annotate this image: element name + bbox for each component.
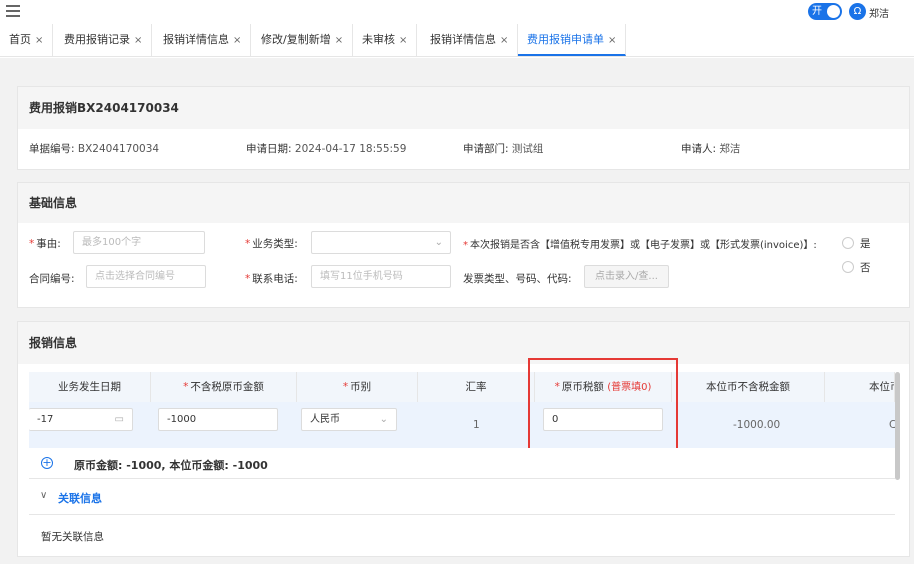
no-related-text: 暂无关联信息 bbox=[41, 531, 104, 543]
doc-no: 单据编号: BX2404170034 bbox=[29, 143, 160, 155]
tab-expense-records[interactable]: 费用报销记录 × bbox=[55, 24, 153, 56]
applicant: 申请人: 郑洁 bbox=[681, 143, 741, 155]
reason-label: * 事由: bbox=[29, 238, 61, 250]
tab-reimburse-detail-2[interactable]: 报销详情信息 × bbox=[421, 24, 519, 56]
invoice-no-radio[interactable] bbox=[842, 261, 854, 273]
reason-input[interactable]: 最多100个字 bbox=[73, 231, 205, 254]
col-currency: * 币别 bbox=[297, 372, 418, 402]
chevron-down-icon: ⌄ bbox=[434, 237, 443, 248]
invoice-no-label: 否 bbox=[860, 262, 871, 274]
related-info-header[interactable]: ∨ 关联信息 bbox=[29, 480, 895, 515]
calendar-icon: ▭ bbox=[114, 414, 124, 425]
col-amount-ex-tax: * 不含税原币金额 bbox=[151, 372, 297, 402]
user-name[interactable]: 郑洁 bbox=[869, 5, 889, 20]
tab-close-icon[interactable]: × bbox=[500, 35, 508, 46]
tab-home[interactable]: 首页 × bbox=[0, 24, 54, 56]
invoice-entry-button[interactable]: 点击录入/查... bbox=[584, 265, 669, 288]
user-avatar-icon[interactable]: Ω bbox=[849, 3, 866, 20]
tab-close-icon[interactable]: × bbox=[35, 35, 43, 46]
phone-label: * 联系电话: bbox=[245, 273, 298, 285]
tab-close-icon[interactable]: × bbox=[608, 35, 616, 46]
contract-input[interactable]: 点击选择合同编号 bbox=[86, 265, 206, 288]
col-base: 本位币 bbox=[825, 372, 895, 402]
document-title: 费用报销BX2404170034 bbox=[18, 87, 909, 129]
summary-row: + 原币金额: -1000, 本位币金额: -1000 bbox=[29, 448, 895, 479]
document-header-card: 费用报销BX2404170034 bbox=[17, 86, 910, 170]
expense-info-title: 报销信息 bbox=[18, 322, 909, 364]
amount-ex-tax-input[interactable]: -1000 bbox=[158, 408, 278, 431]
toggle-label: 开 bbox=[812, 6, 822, 17]
summary-text: 原币金额: -1000, 本位币金额: -1000 bbox=[74, 459, 268, 472]
invoice-info-label: 发票类型、号码、代码: bbox=[463, 273, 572, 285]
table-scrollbar[interactable] bbox=[895, 372, 900, 480]
rate-value: 1 bbox=[473, 419, 480, 431]
biz-type-label: * 业务类型: bbox=[245, 238, 298, 250]
apply-date: 申请日期: 2024-04-17 18:55:59 bbox=[246, 143, 407, 155]
col-base-amount: 本位币不含税金额 bbox=[672, 372, 825, 402]
col-biz-date: 业务发生日期 bbox=[29, 372, 151, 402]
tax-highlight-box bbox=[528, 358, 678, 452]
tab-close-icon[interactable]: × bbox=[233, 35, 241, 46]
contract-label: 合同编号: bbox=[29, 273, 75, 285]
mode-toggle[interactable]: 开 bbox=[808, 3, 842, 20]
tab-reimburse-detail[interactable]: 报销详情信息 × bbox=[154, 24, 252, 56]
base-amount-value: -1000.00 bbox=[733, 419, 781, 431]
currency-select[interactable]: 人民币 ⌄ bbox=[301, 408, 397, 431]
col-rate: 汇率 bbox=[418, 372, 535, 402]
invoice-question: * 本次报销是否含【增值税专用发票】或【电子发票】或【形式发票(invoice)】… bbox=[463, 240, 817, 251]
tab-close-icon[interactable]: × bbox=[134, 35, 142, 46]
menu-collapse-icon[interactable] bbox=[6, 5, 20, 17]
tab-close-icon[interactable]: × bbox=[399, 35, 407, 46]
biz-date-input[interactable]: -17 ▭ bbox=[29, 408, 133, 431]
tab-bar: 首页 × 费用报销记录 × 报销详情信息 × 修改/复制新增 × 未审核 × 报销详情信息… bbox=[0, 24, 914, 57]
top-bar: 开 Ω 郑洁 bbox=[0, 0, 914, 24]
related-info-title: 关联信息 bbox=[58, 492, 102, 505]
chevron-down-icon: ∨ bbox=[40, 490, 48, 501]
biz-type-select[interactable]: ⌄ bbox=[311, 231, 451, 254]
invoice-yes-radio[interactable] bbox=[842, 237, 854, 249]
apply-dept: 申请部门: 测试组 bbox=[463, 143, 544, 155]
add-row-icon[interactable]: + bbox=[41, 457, 53, 469]
tab-unaudited[interactable]: 未审核 × bbox=[353, 24, 418, 56]
tab-close-icon[interactable]: × bbox=[335, 35, 343, 46]
basic-info-title: 基础信息 bbox=[18, 183, 909, 223]
tab-edit-copy[interactable]: 修改/复制新增 × bbox=[252, 24, 354, 56]
tab-expense-application[interactable]: 费用报销申请单 × bbox=[518, 24, 627, 56]
chevron-down-icon: ⌄ bbox=[379, 414, 388, 425]
phone-input[interactable]: 填写11位手机号码 bbox=[311, 265, 451, 288]
invoice-yes-label: 是 bbox=[860, 238, 871, 250]
